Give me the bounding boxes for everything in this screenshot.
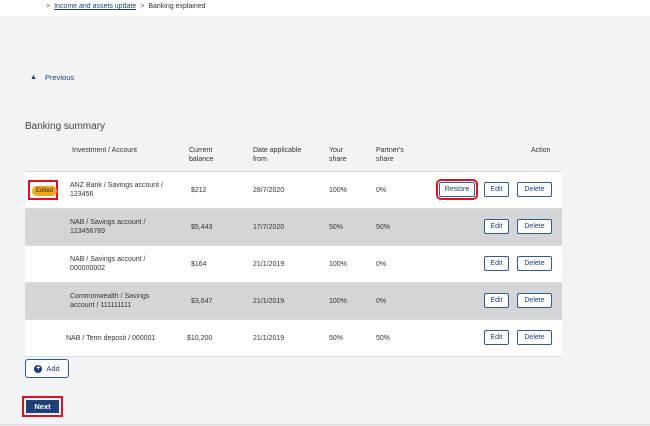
your-share: 100% [329,187,347,194]
header-partner-share: Partner's share [376,146,404,164]
breadcrumb-link-income-assets[interactable]: Income and assets update [54,3,136,10]
edit-button[interactable]: Edit [484,219,509,234]
delete-button[interactable]: Delete [517,219,552,234]
header-your-line1: Your [329,147,344,154]
account-name-line1: ANZ Bank / Savings account / [70,182,163,189]
table-row: NAB / Term deposit / 000001 $10,200 21/1… [25,320,562,357]
table-row: Edited ANZ Bank / Savings account / 1234… [25,172,562,209]
header-account: Investment / Account [72,147,137,154]
edit-button[interactable]: Edit [484,330,509,345]
balance: $212 [191,187,207,194]
date: 21/1/2019 [253,298,285,305]
edit-button[interactable]: Edit [484,182,509,197]
your-share: 50% [329,224,344,231]
account-name: Commonwealth / Savings account / 1111111… [70,292,149,310]
top-bar: > Income and assets update > Banking exp… [0,0,650,16]
balance: $164 [191,261,207,268]
divider [0,424,650,425]
edit-button[interactable]: Edit [484,256,509,271]
your-share: 100% [329,298,347,305]
account-name: ANZ Bank / Savings account / 123456 [70,181,163,199]
account-name: NAB / Term deposit / 000001 [66,335,156,342]
header-balance: Current balance [189,146,214,164]
header-balance-line1: Current [189,147,213,154]
account-name-line1: Commonwealth / Savings [70,293,150,300]
header-partner-line2: share [376,156,394,163]
plus-circle-icon: + [34,364,43,373]
account-name: NAB / Savings account / 000000002 [70,255,145,273]
breadcrumb-current: Banking explained [148,3,206,10]
your-share: 100% [329,261,347,268]
header-your-share: Your share [329,146,347,164]
header-balance-line2: balance [189,156,214,163]
header-date-line1: Date applicable [253,147,302,154]
table-header: Investment / Account Current balance Dat… [25,141,562,172]
delete-button[interactable]: Delete [517,256,552,271]
next-button[interactable]: Next [26,400,59,413]
table-row: NAB / Savings account / 000000002 $164 2… [25,246,562,283]
next-highlight-box: Next [22,396,63,417]
breadcrumb-separator: > [140,3,145,10]
date: 17/7/2020 [253,224,285,231]
breadcrumb-separator: > [46,3,51,10]
table-row: NAB / Savings account / 123456789 $5,443… [25,209,562,246]
partner-share: 0% [376,298,387,305]
add-label: Add [46,364,60,373]
partner-share: 0% [376,261,387,268]
header-your-line2: share [329,156,347,163]
breadcrumb: > Income and assets update > Banking exp… [46,3,206,10]
balance: $5,443 [191,224,213,231]
restore-button[interactable]: Restore [436,179,478,200]
account-name-line2: account / 111111111 [70,302,132,309]
add-button[interactable]: + Add [25,359,69,378]
header-action: Action [531,147,551,154]
partner-share: 50% [376,335,391,342]
account-name-line1: NAB / Savings account / [70,219,146,226]
date: 28/7/2020 [253,187,285,194]
status-badge: Edited [32,186,58,196]
header-partner-line1: Partner's [376,147,404,154]
your-share: 50% [329,335,344,342]
previous-label: Previous [44,73,75,82]
partner-share: 50% [376,224,391,231]
delete-button[interactable]: Delete [517,293,552,308]
header-date-line2: from [253,156,267,163]
delete-button[interactable]: Delete [517,182,552,197]
delete-button[interactable]: Delete [517,330,552,345]
account-name-line2: 123456 [70,191,94,198]
header-date: Date applicable from [253,146,301,164]
balance: $10,200 [187,335,213,342]
page-title: Banking summary [25,121,106,132]
balance: $3,647 [191,298,213,305]
chevron-up-icon: ▲ [30,74,37,81]
date: 21/1/2019 [253,261,285,268]
banking-summary-table: Investment / Account Current balance Dat… [25,141,562,357]
account-name: NAB / Savings account / 123456789 [70,218,145,236]
partner-share: 0% [376,187,387,194]
date: 21/1/2019 [253,335,285,342]
account-name-line2: 123456789 [70,228,106,235]
previous-link[interactable]: ▲ Previous [30,73,74,82]
account-name-line1: NAB / Savings account / [70,256,146,263]
account-name-line2: 000000002 [70,265,106,272]
edit-button[interactable]: Edit [484,293,509,308]
table-row: Commonwealth / Savings account / 1111111… [25,283,562,320]
